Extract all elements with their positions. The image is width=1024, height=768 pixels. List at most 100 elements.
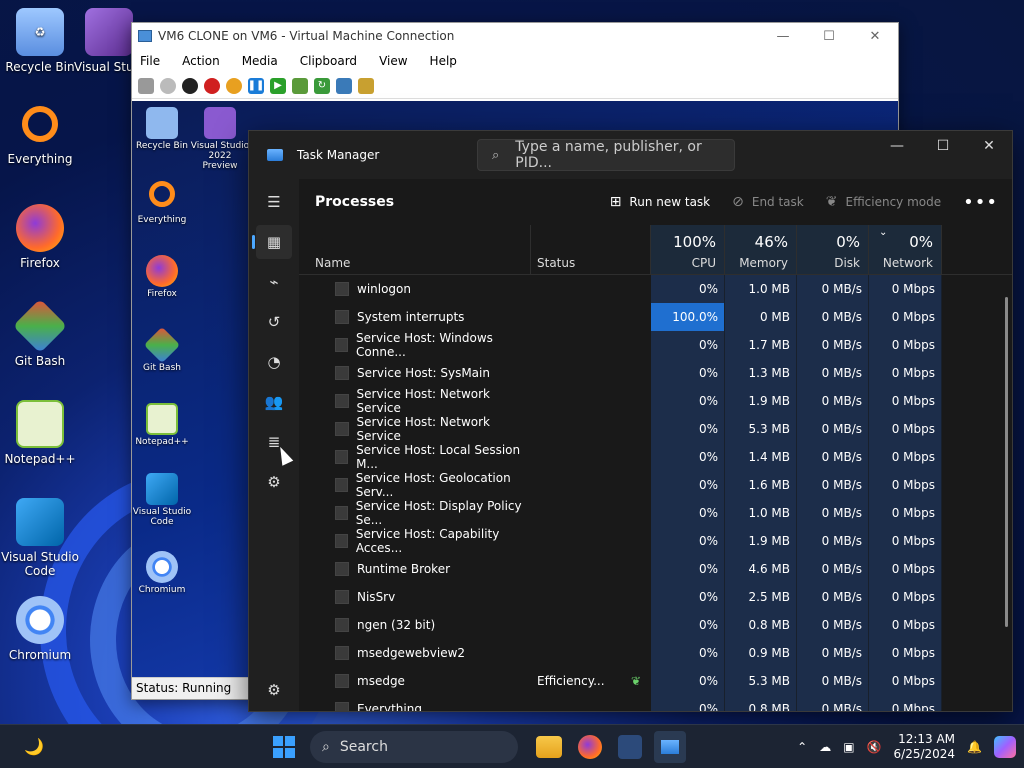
vm-connection-taskbar-icon[interactable] bbox=[618, 734, 642, 759]
task-manager-taskbar-icon[interactable] bbox=[654, 730, 686, 763]
table-row[interactable]: winlogon 0% 1.0 MB 0 MB/s 0 Mbps bbox=[299, 275, 1012, 303]
table-row[interactable]: System interrupts 100.0% 0 MB 0 MB/s 0 Mbps bbox=[299, 303, 1012, 331]
file-explorer-icon[interactable] bbox=[536, 735, 562, 758]
processes-nav-icon[interactable]: ▦ bbox=[252, 225, 292, 259]
table-row[interactable]: msedgewebview2 0% 0.9 MB 0 MB/s 0 Mbps bbox=[299, 639, 1012, 667]
performance-nav-icon[interactable]: ⌁ bbox=[256, 265, 292, 299]
revert-icon[interactable]: ↻ bbox=[314, 77, 330, 94]
shutdown-icon[interactable] bbox=[204, 77, 220, 94]
users-nav-icon[interactable]: 👥 bbox=[256, 385, 292, 419]
vm-desktop-icon-notepadpp[interactable]: Notepad++ bbox=[132, 403, 192, 447]
desktop-icon-everything[interactable]: Everything bbox=[0, 106, 80, 166]
services-nav-icon[interactable]: ⚙ bbox=[256, 465, 292, 499]
menu-file[interactable]: File bbox=[140, 54, 160, 68]
col-disk-header[interactable]: 0% Disk bbox=[797, 225, 869, 274]
table-row[interactable]: Service Host: Network Service 0% 1.9 MB 0 M… bbox=[299, 387, 1012, 415]
col-cpu-header[interactable]: 100% CPU bbox=[651, 225, 725, 274]
process-status-cell bbox=[531, 555, 651, 583]
chevron-up-icon[interactable]: ⌃ bbox=[797, 740, 807, 754]
menu-clipboard[interactable]: Clipboard bbox=[300, 54, 357, 68]
notifications-bell-icon[interactable]: 🔔 bbox=[967, 740, 982, 754]
vm-desktop-icon-firefox[interactable]: Firefox bbox=[132, 255, 192, 299]
desktop-icon-chromium[interactable]: Chromium bbox=[0, 596, 80, 662]
vm-desktop-icon-recycle-bin[interactable]: Recycle Bin bbox=[132, 107, 192, 151]
tm-close-button[interactable]: ✕ bbox=[966, 138, 1012, 154]
menu-view[interactable]: View bbox=[379, 54, 407, 68]
share-icon[interactable] bbox=[358, 77, 374, 94]
process-status-cell bbox=[531, 583, 651, 611]
table-row[interactable]: Service Host: Windows Conne... 0% 1.7 MB 0 … bbox=[299, 331, 1012, 359]
vm-desktop-icon-git-bash[interactable]: Git Bash bbox=[132, 326, 192, 373]
menu-help[interactable]: Help bbox=[430, 54, 457, 68]
vm-titlebar[interactable]: VM6 CLONE on VM6 - Virtual Machine Conne… bbox=[132, 23, 898, 49]
turn-off-icon[interactable] bbox=[182, 77, 198, 94]
settings-icon[interactable]: ⚙ bbox=[256, 673, 292, 707]
start-button[interactable] bbox=[268, 731, 300, 763]
desktop-icon-notepadpp[interactable]: Notepad++ bbox=[0, 400, 80, 466]
desktop-icon-git-bash[interactable]: Git Bash bbox=[0, 298, 80, 368]
table-row[interactable]: Runtime Broker 0% 4.6 MB 0 MB/s 0 Mbps bbox=[299, 555, 1012, 583]
table-row[interactable]: Service Host: Local Session M... 0% 1.4 MB… bbox=[299, 443, 1012, 471]
firefox-taskbar-icon[interactable] bbox=[578, 734, 602, 759]
table-row[interactable]: Service Host: Capability Acces... 0% 1.9 M… bbox=[299, 527, 1012, 555]
table-row[interactable]: Service Host: Display Policy Se... 0% 1.0 … bbox=[299, 499, 1012, 527]
table-row[interactable]: Service Host: SysMain 0% 1.3 MB 0 MB/s 0 Mbp… bbox=[299, 359, 1012, 387]
vertical-scrollbar[interactable] bbox=[1005, 297, 1008, 627]
clock[interactable]: 12:13 AM 6/25/2024 bbox=[894, 732, 956, 762]
process-network: 0 Mbps bbox=[869, 667, 942, 695]
menu-media[interactable]: Media bbox=[242, 54, 278, 68]
more-options-icon[interactable]: ••• bbox=[963, 192, 998, 213]
table-row[interactable]: NisSrv 0% 2.5 MB 0 MB/s 0 Mbps bbox=[299, 583, 1012, 611]
col-network-header[interactable]: ⌄ 0% Network bbox=[869, 225, 942, 274]
save-state-icon[interactable] bbox=[226, 77, 242, 94]
maximize-button[interactable]: ☐ bbox=[806, 29, 852, 44]
menu-action[interactable]: Action bbox=[182, 54, 220, 68]
table-row[interactable]: Service Host: Geolocation Serv... 0% 1.6 M… bbox=[299, 471, 1012, 499]
close-button[interactable]: ✕ bbox=[852, 29, 898, 44]
table-row[interactable]: Everything 0% 0.8 MB 0 MB/s 0 Mbps bbox=[299, 695, 1012, 711]
startup-apps-nav-icon[interactable]: ◔ bbox=[256, 345, 292, 379]
copilot-icon[interactable] bbox=[994, 735, 1016, 758]
pause-icon[interactable]: ❚❚ bbox=[248, 77, 264, 94]
efficiency-leaf-icon: ❦ bbox=[630, 674, 641, 688]
tm-maximize-button[interactable]: ☐ bbox=[920, 138, 966, 154]
checkpoint-icon[interactable] bbox=[292, 77, 308, 94]
col-memory-header[interactable]: 46% Memory bbox=[725, 225, 797, 274]
col-name-header[interactable]: Name bbox=[299, 225, 531, 274]
desktop-icon-firefox[interactable]: Firefox bbox=[0, 204, 80, 270]
desktop-icon-recycle-bin[interactable]: ♻ Recycle Bin bbox=[0, 8, 80, 74]
taskbar-search-box[interactable]: ⌕ Search bbox=[310, 730, 518, 763]
end-task-button[interactable]: ⊘ End task bbox=[732, 194, 804, 210]
vm-desktop-icon-vscode[interactable]: Visual Studio Code bbox=[132, 473, 192, 527]
process-status: Efficiency... bbox=[537, 674, 605, 688]
app-history-nav-icon[interactable]: ↺ bbox=[256, 305, 292, 339]
ctrl-alt-del-icon[interactable] bbox=[138, 77, 154, 94]
tm-titlebar[interactable]: Task Manager ⌕ Type a name, publisher, o… bbox=[249, 131, 1012, 179]
vm-desktop-icon-visual-studio-preview[interactable]: Visual Studio 2022 Preview bbox=[190, 107, 250, 171]
weather-widget-icon[interactable]: 🌙 bbox=[18, 731, 50, 763]
efficiency-mode-button[interactable]: ❦ Efficiency mode bbox=[826, 194, 941, 210]
clock-date: 6/25/2024 bbox=[893, 746, 956, 761]
table-row[interactable]: Service Host: Network Service 0% 5.3 MB 0 M… bbox=[299, 415, 1012, 443]
col-status-header[interactable]: Status bbox=[531, 225, 651, 274]
vm-desktop-icon-everything[interactable]: Everything bbox=[132, 181, 192, 225]
run-new-task-button[interactable]: ⊞ Run new task bbox=[610, 194, 710, 210]
process-disk: 0 MB/s bbox=[797, 387, 869, 415]
network-icon[interactable]: ▣ bbox=[843, 740, 854, 754]
resume-icon[interactable]: ▶ bbox=[270, 77, 286, 94]
table-row[interactable]: msedge Efficiency... ❦ 0% 5.3 MB 0 MB/s 0 Mbps bbox=[299, 667, 1012, 695]
vm-desktop-icon-chromium[interactable]: Chromium bbox=[132, 551, 192, 595]
start-icon[interactable] bbox=[160, 77, 176, 94]
table-row[interactable]: ngen (32 bit) 0% 0.8 MB 0 MB/s 0 Mbps bbox=[299, 611, 1012, 639]
tm-minimize-button[interactable]: — bbox=[874, 138, 920, 154]
tm-search-input[interactable]: ⌕ Type a name, publisher, or PID... bbox=[477, 139, 735, 171]
enhanced-session-icon[interactable] bbox=[336, 77, 352, 94]
minimize-button[interactable]: — bbox=[760, 29, 806, 44]
column-headers: Name Status 100% CPU 46% Memory 0% Disk … bbox=[299, 225, 1012, 275]
task-manager-window[interactable]: Task Manager ⌕ Type a name, publisher, o… bbox=[248, 130, 1013, 712]
hamburger-menu-icon[interactable]: ☰ bbox=[256, 185, 292, 219]
desktop-icon-vscode[interactable]: Visual Studio Code bbox=[0, 498, 80, 578]
volume-muted-icon[interactable]: 🔇 bbox=[867, 740, 882, 754]
process-disk: 0 MB/s bbox=[797, 555, 869, 583]
onedrive-icon[interactable]: ☁ bbox=[819, 740, 831, 754]
